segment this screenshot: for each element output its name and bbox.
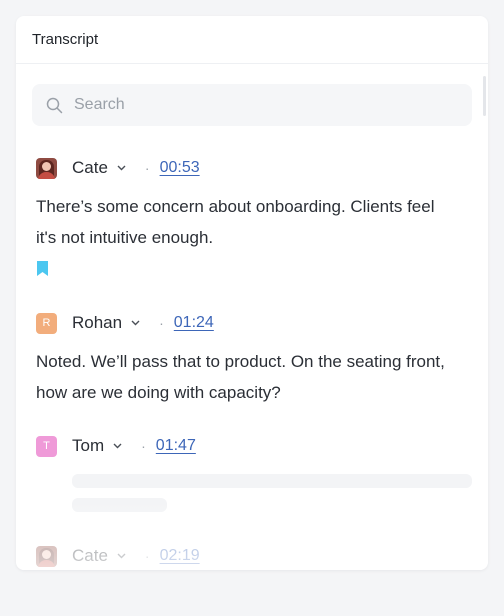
transcript-entry: Cate · 00:53 There’s some concern about … bbox=[36, 157, 476, 276]
chevron-down-icon[interactable] bbox=[113, 443, 122, 449]
timestamp-link[interactable]: 00:53 bbox=[160, 159, 200, 177]
search-input[interactable] bbox=[72, 95, 456, 115]
transcript-entry: T Tom · 01:47 bbox=[36, 435, 476, 457]
loading-skeleton-line bbox=[72, 474, 472, 488]
entry-text: There’s some concern about onboarding. C… bbox=[36, 197, 435, 247]
speaker-name[interactable]: Tom bbox=[72, 436, 104, 456]
chevron-down-icon[interactable] bbox=[117, 553, 126, 559]
avatar: T bbox=[36, 435, 57, 457]
speaker-name[interactable]: Cate bbox=[72, 158, 108, 178]
scrollbar[interactable] bbox=[483, 76, 486, 116]
timestamp-link[interactable]: 02:19 bbox=[160, 547, 200, 565]
avatar bbox=[36, 157, 57, 179]
entry-text: Noted. We’ll pass that to product. On th… bbox=[36, 352, 445, 402]
bookmark-icon[interactable] bbox=[36, 261, 49, 276]
transcript-entry: R Rohan · 01:24 Noted. We’ll pass that t… bbox=[36, 312, 476, 408]
speaker-name[interactable]: Cate bbox=[72, 546, 108, 566]
timestamp-link[interactable]: 01:24 bbox=[174, 314, 214, 332]
separator-dot: · bbox=[144, 548, 150, 564]
separator-dot: · bbox=[159, 315, 164, 331]
search-icon bbox=[46, 97, 63, 113]
chevron-down-icon[interactable] bbox=[117, 165, 126, 171]
separator-dot: · bbox=[144, 160, 150, 176]
timestamp-link[interactable]: 01:47 bbox=[156, 437, 196, 455]
chevron-down-icon[interactable] bbox=[131, 320, 140, 326]
separator-dot: · bbox=[141, 438, 146, 454]
speaker-name[interactable]: Rohan bbox=[72, 313, 122, 333]
panel-title: Transcript bbox=[16, 16, 488, 64]
search-box[interactable] bbox=[32, 84, 472, 126]
loading-skeleton-line bbox=[72, 498, 167, 512]
transcript-entry: Cate · 02:19 bbox=[36, 545, 476, 567]
avatar: R bbox=[36, 312, 57, 334]
avatar bbox=[36, 545, 57, 567]
transcript-panel: Transcript Cate · 00:53 There’s some con… bbox=[16, 16, 488, 570]
